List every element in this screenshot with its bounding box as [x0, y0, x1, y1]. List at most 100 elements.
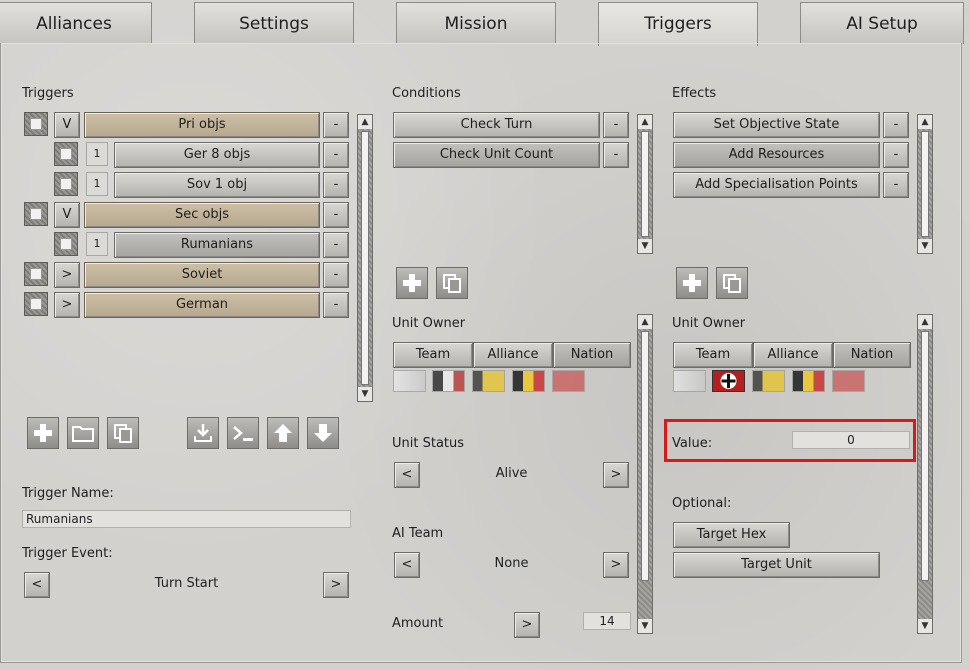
condition-remove-button[interactable]: - [603, 142, 629, 168]
scroll-thumb[interactable] [921, 131, 929, 237]
add-effect-button[interactable] [676, 267, 708, 299]
scroll-up-icon[interactable]: ▲ [918, 115, 932, 129]
trigger-checkbox[interactable] [54, 142, 78, 166]
flag-skull[interactable] [472, 370, 505, 392]
trigger-checkbox[interactable] [54, 172, 78, 196]
effect-remove-button[interactable]: - [883, 112, 909, 138]
scroll-thumb[interactable] [641, 331, 649, 581]
tab-settings[interactable]: Settings [194, 2, 354, 44]
copy-trigger-button[interactable] [107, 417, 139, 449]
scroll-thumb[interactable] [361, 131, 369, 385]
trigger-remove-button[interactable]: - [323, 112, 349, 138]
scroll-up-icon[interactable]: ▲ [638, 115, 652, 129]
scroll-thumb[interactable] [921, 331, 929, 581]
target-unit-button[interactable]: Target Unit [673, 552, 880, 578]
trigger-row[interactable]: Pri objs [84, 112, 320, 138]
event-next-button[interactable]: > [323, 572, 349, 598]
condition-params-scrollbar[interactable]: ▲ ▼ [637, 314, 653, 634]
trigger-row-selected[interactable]: Rumanians [114, 232, 320, 258]
target-hex-button[interactable]: Target Hex [673, 522, 790, 548]
flag-neutral[interactable] [673, 370, 706, 392]
owner-nation-button[interactable]: Nation [553, 342, 631, 368]
trigger-toggle-button[interactable]: > [54, 292, 80, 318]
scroll-down-icon[interactable]: ▼ [638, 239, 652, 253]
flag-soviet[interactable] [552, 370, 585, 392]
scroll-up-icon[interactable]: ▲ [638, 315, 652, 329]
owner-team-button[interactable]: Team [673, 342, 753, 368]
trigger-remove-button[interactable]: - [323, 292, 349, 318]
effect-row-selected[interactable]: Add Resources [673, 142, 880, 168]
owner-alliance-button[interactable]: Alliance [473, 342, 553, 368]
tab-triggers[interactable]: Triggers [598, 2, 758, 46]
copy-icon [443, 274, 461, 293]
tab-alliances[interactable]: Alliances [0, 2, 152, 44]
flag-belgium[interactable] [512, 370, 545, 392]
trigger-row[interactable]: Sec objs [84, 202, 320, 228]
trigger-toggle-button[interactable]: V [54, 112, 80, 138]
owner-alliance-button[interactable]: Alliance [753, 342, 833, 368]
amount-input[interactable]: 14 [583, 612, 631, 630]
copy-condition-button[interactable] [436, 267, 468, 299]
flag-germany-selected[interactable] [712, 370, 745, 392]
add-condition-button[interactable] [396, 267, 428, 299]
trigger-toggle-button[interactable]: V [54, 202, 80, 228]
trigger-row[interactable]: German [84, 292, 320, 318]
console-button[interactable] [227, 417, 259, 449]
move-down-button[interactable] [307, 417, 339, 449]
ai-team-next-button[interactable]: > [603, 552, 629, 578]
trigger-checkbox[interactable] [24, 112, 48, 136]
trigger-remove-button[interactable]: - [323, 172, 349, 198]
trigger-toggle-button[interactable]: > [54, 262, 80, 288]
owner-nation-button[interactable]: Nation [833, 342, 911, 368]
trigger-remove-button[interactable]: - [323, 142, 349, 168]
scroll-down-icon[interactable]: ▼ [918, 239, 932, 253]
scroll-up-icon[interactable]: ▲ [358, 115, 372, 129]
flag-belgium[interactable] [792, 370, 825, 392]
flag-soviet[interactable] [832, 370, 865, 392]
unit-status-prev-button[interactable]: < [394, 462, 420, 488]
trigger-row[interactable]: Ger 8 objs [114, 142, 320, 168]
move-up-button[interactable] [267, 417, 299, 449]
condition-row[interactable]: Check Turn [393, 112, 600, 138]
trigger-row[interactable]: Soviet [84, 262, 320, 288]
tab-ai-setup[interactable]: AI Setup [800, 2, 964, 44]
trigger-checkbox[interactable] [24, 202, 48, 226]
condition-remove-button[interactable]: - [603, 112, 629, 138]
effects-scrollbar[interactable]: ▲ ▼ [917, 114, 933, 254]
copy-effect-button[interactable] [716, 267, 748, 299]
scroll-thumb[interactable] [641, 131, 649, 237]
effect-row[interactable]: Add Specialisation Points [673, 172, 880, 198]
add-trigger-button[interactable] [27, 417, 59, 449]
trigger-checkbox[interactable] [24, 262, 48, 286]
flag-germany[interactable] [432, 370, 465, 392]
effect-params-scrollbar[interactable]: ▲ ▼ [917, 314, 933, 634]
flag-neutral[interactable] [393, 370, 426, 392]
trigger-checkbox[interactable] [54, 232, 78, 256]
ai-team-prev-button[interactable]: < [394, 552, 420, 578]
event-prev-button[interactable]: < [24, 572, 50, 598]
trigger-remove-button[interactable]: - [323, 232, 349, 258]
tab-mission[interactable]: Mission [396, 2, 556, 44]
conditions-scrollbar[interactable]: ▲ ▼ [637, 114, 653, 254]
effect-remove-button[interactable]: - [883, 172, 909, 198]
effect-remove-button[interactable]: - [883, 142, 909, 168]
trigger-name-input[interactable]: Rumanians [22, 510, 351, 528]
scroll-down-icon[interactable]: ▼ [918, 619, 932, 633]
unit-status-next-button[interactable]: > [603, 462, 629, 488]
import-button[interactable] [187, 417, 219, 449]
trigger-remove-button[interactable]: - [323, 202, 349, 228]
amount-next-button[interactable]: > [514, 612, 540, 638]
trigger-row[interactable]: Sov 1 obj [114, 172, 320, 198]
flag-skull[interactable] [752, 370, 785, 392]
value-input[interactable]: 0 [792, 431, 910, 449]
scroll-down-icon[interactable]: ▼ [638, 619, 652, 633]
owner-team-button[interactable]: Team [393, 342, 473, 368]
triggers-scrollbar[interactable]: ▲ ▼ [357, 114, 373, 402]
effect-row[interactable]: Set Objective State [673, 112, 880, 138]
trigger-remove-button[interactable]: - [323, 262, 349, 288]
scroll-down-icon[interactable]: ▼ [358, 387, 372, 401]
scroll-up-icon[interactable]: ▲ [918, 315, 932, 329]
trigger-checkbox[interactable] [24, 292, 48, 316]
condition-row-selected[interactable]: Check Unit Count [393, 142, 600, 168]
add-folder-button[interactable] [67, 417, 99, 449]
